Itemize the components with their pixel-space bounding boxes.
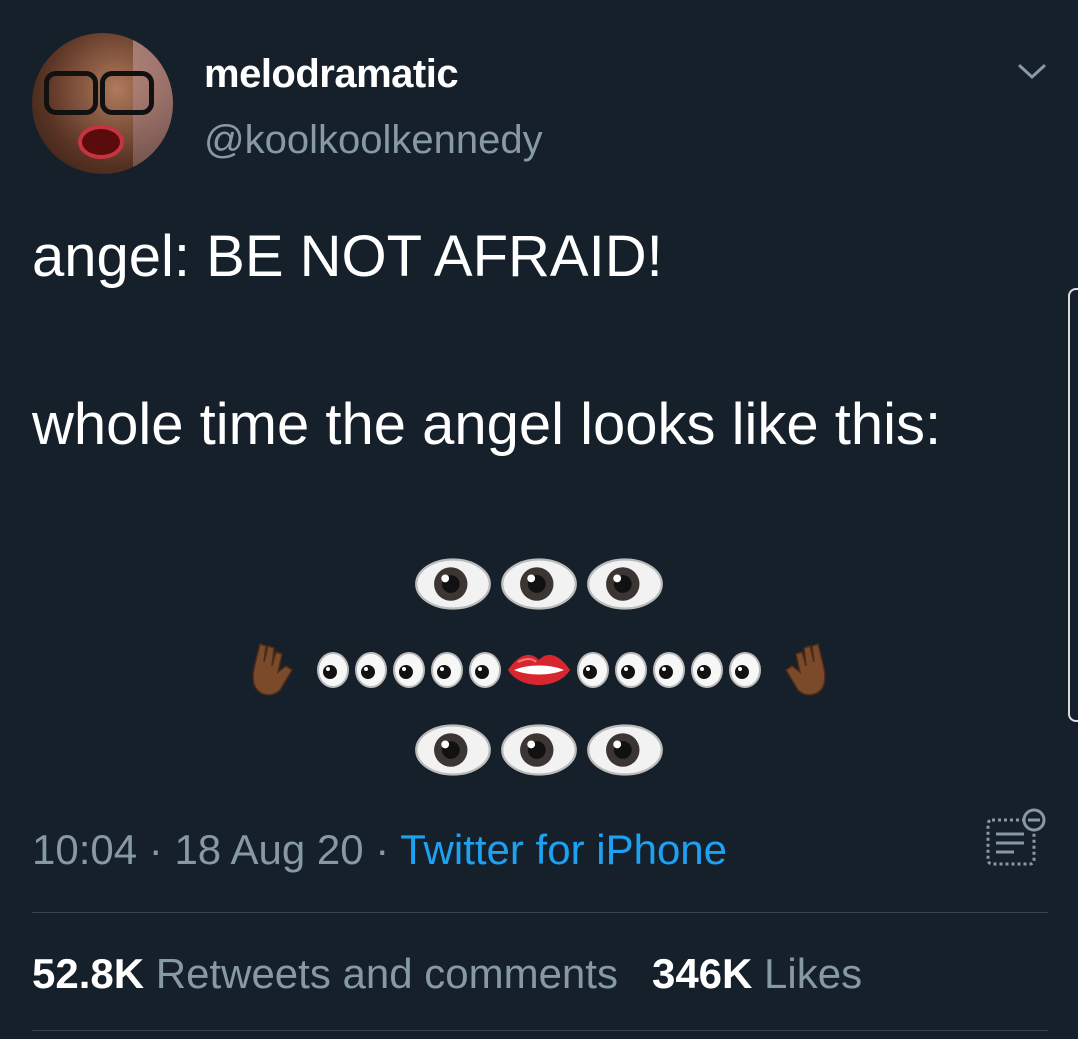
meta-separator: · [137,826,175,873]
small-eye-icon [393,652,425,688]
likes-count: 346K [651,950,753,997]
avatar-mouth [78,125,124,159]
tweet-source-link[interactable]: Twitter for iPhone [400,826,727,873]
tweet-text-line-1: angel: BE NOT AFRAID! [32,224,663,289]
eye-icon [587,558,663,610]
divider [32,1030,1048,1031]
avatar[interactable] [32,33,173,174]
small-eye-icon [355,652,387,688]
emoji-row-bottom [0,722,1078,778]
display-name[interactable]: melodramatic [204,52,459,97]
small-eye-icon [691,652,723,688]
eye-icon [501,558,577,610]
tweet-analytics-icon[interactable] [984,806,1048,870]
tweet-text-line-2: whole time the angel looks like this: [32,392,942,457]
emoji-row-middle [0,640,1078,700]
small-eye-icon [729,652,761,688]
tweet-meta: 10:04 · 18 Aug 20 · Twitter for iPhone [32,826,727,874]
lips-icon [508,654,570,685]
retweets-count: 52.8K [32,950,145,997]
likes-label: Likes [764,950,863,997]
small-eye-icon [653,652,685,688]
tweet-date: 18 Aug 20 [174,826,364,873]
divider [32,912,1048,913]
small-eye-icon [469,652,501,688]
user-handle[interactable]: @koolkoolkennedy [204,118,543,163]
small-eye-icon [615,652,647,688]
eye-icon [415,724,491,776]
eye-icon [415,558,491,610]
raised-hand-icon [252,643,294,696]
eye-icon [587,724,663,776]
raised-hand-icon [784,643,826,696]
tweet-time: 10:04 [32,826,138,873]
chevron-down-icon[interactable] [1014,56,1050,86]
scrollbar[interactable] [1068,288,1078,722]
retweets-stat[interactable]: 52.8K Retweets and comments [32,950,618,997]
emoji-row-top [0,556,1078,612]
small-eye-icon [317,652,349,688]
eye-icon [501,724,577,776]
avatar-glasses [44,71,154,115]
meta-separator: · [363,826,401,873]
small-eye-icon [431,652,463,688]
engagement-stats: 52.8K Retweets and comments 346K Likes [32,950,862,998]
retweets-label: Retweets and comments [155,950,618,997]
likes-stat[interactable]: 346K Likes [652,950,862,997]
small-eye-icon [577,652,609,688]
